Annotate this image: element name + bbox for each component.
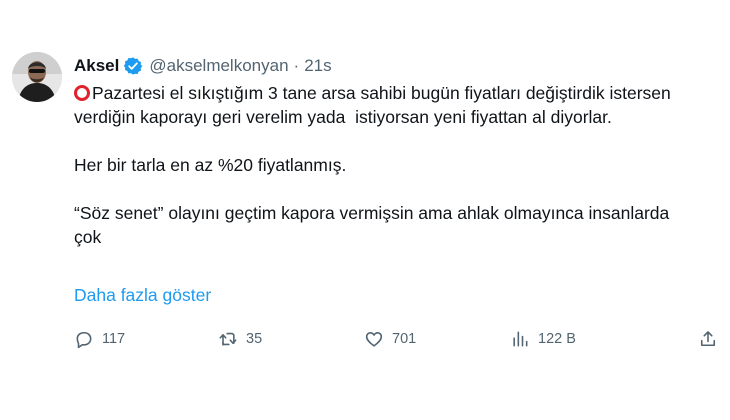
separator-dot: · [293,56,300,75]
tweet-line-1: Pazartesi el sıkıştığım 3 tane arsa sahi… [74,83,676,127]
reply-button[interactable]: 117 [74,326,125,352]
hollow-red-circle-icon [74,85,90,101]
like-count: 701 [392,331,417,347]
views-button[interactable]: 122 B [510,326,576,352]
views-count: 122 B [538,331,576,347]
display-name[interactable]: Aksel [74,56,119,76]
verified-badge-icon[interactable] [123,56,143,76]
avatar-photo [12,52,62,102]
handle[interactable]: @akselmelkonyan [149,56,288,76]
reply-icon [76,331,92,349]
tweet[interactable]: Aksel @akselmelkonyan · 21s Pazartesi el… [0,0,730,420]
retweet-count: 35 [246,331,263,347]
tweet-paragraph-2: Her bir tarla en az %20 fiyatlanmış. [74,155,347,175]
tweet-paragraph-1: Pazartesi el sıkıştığım 3 tane arsa sahi… [74,81,694,129]
action-bar: 117 35 701 122 B [74,326,720,352]
share-icon [700,331,716,347]
reply-count: 117 [102,331,126,347]
avatar[interactable] [12,52,62,102]
views-chart-icon [513,331,528,347]
retweet-button[interactable]: 35 [218,326,262,352]
tweet-text: Pazartesi el sıkıştığım 3 tane arsa sahi… [74,81,694,249]
share-button[interactable] [698,326,718,352]
tweet-paragraph-3: “Söz senet” olayını geçtim kapora vermiş… [74,203,675,247]
heart-icon [365,332,383,347]
timestamp[interactable]: 21s [304,56,331,76]
tweet-header: Aksel @akselmelkonyan · 21s [74,54,332,78]
retweet-icon [219,332,237,346]
like-button[interactable]: 701 [364,326,416,352]
show-more-link[interactable]: Daha fazla göster [74,285,211,306]
